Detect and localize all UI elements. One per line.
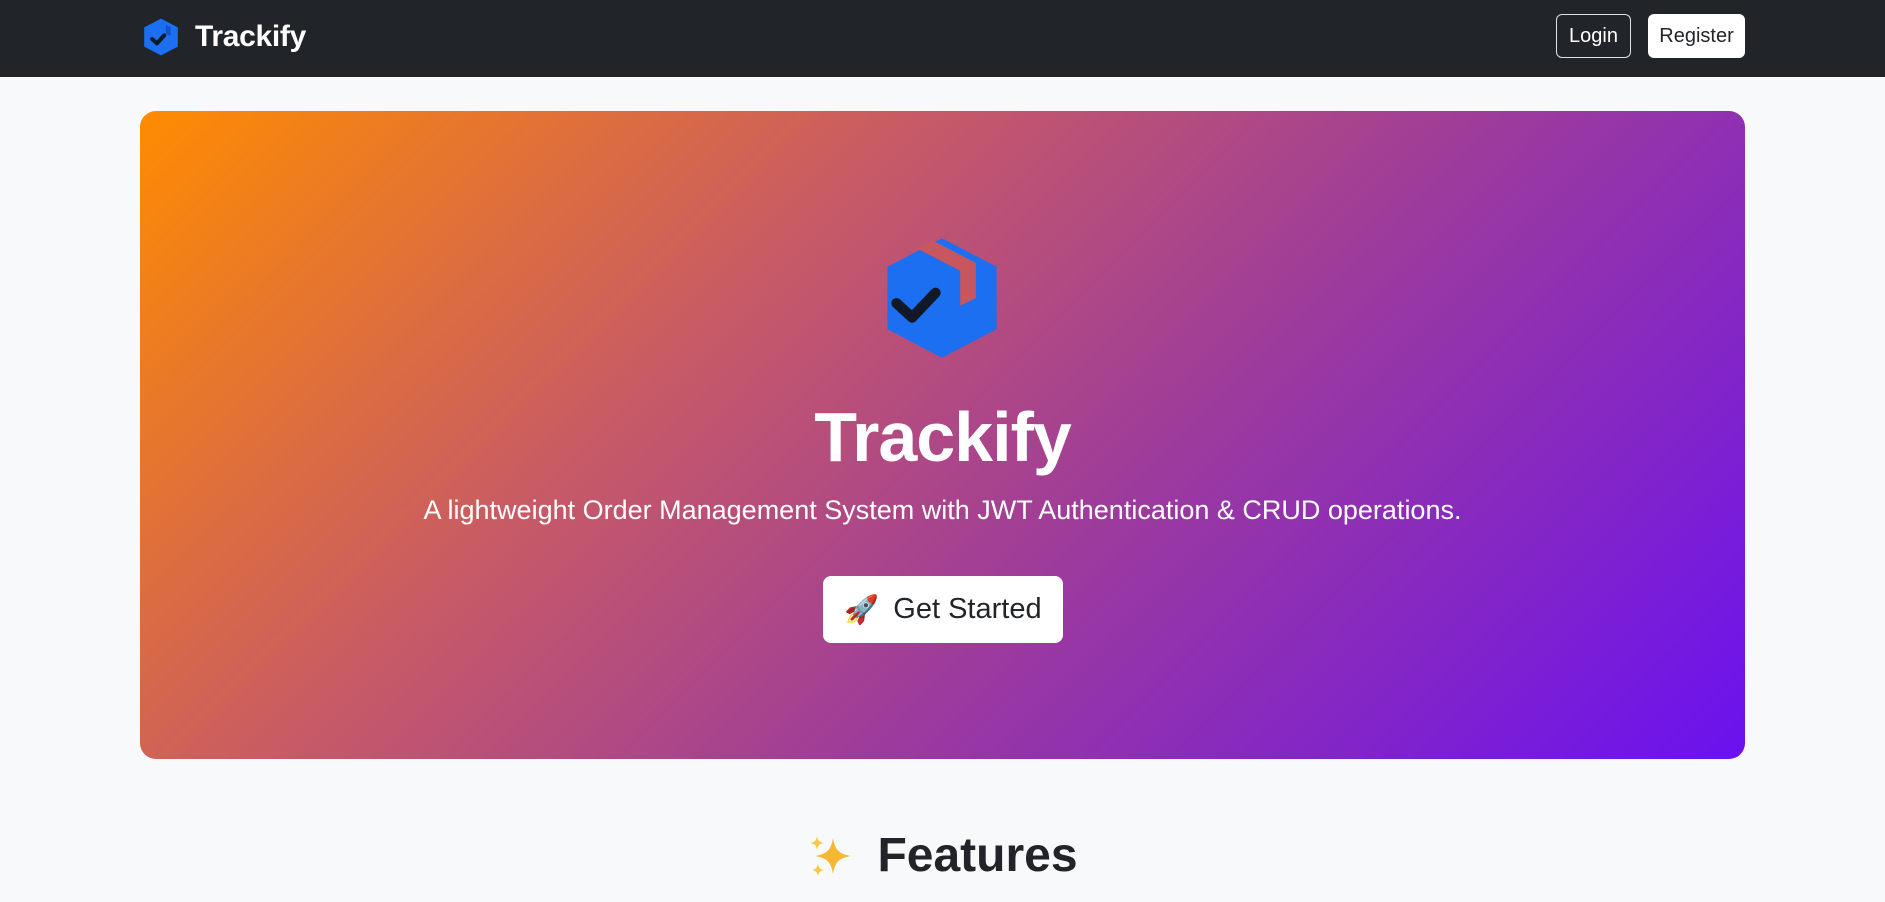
hero-subtitle: A lightweight Order Management System wi… xyxy=(423,495,1462,525)
register-button[interactable]: Register xyxy=(1648,14,1745,58)
get-started-label: Get Started xyxy=(893,593,1042,625)
box-check-icon xyxy=(887,238,997,358)
brand-link[interactable]: Trackify xyxy=(141,17,306,57)
box-check-icon xyxy=(144,18,178,56)
login-button[interactable]: Login xyxy=(1556,14,1631,58)
sparkles-icon xyxy=(810,836,852,876)
hero-title: Trackify xyxy=(814,398,1072,476)
features-heading: Features xyxy=(0,826,1885,886)
get-started-button[interactable]: 🚀 Get Started xyxy=(823,576,1063,643)
brand-name: Trackify xyxy=(195,20,307,53)
rocket-icon: 🚀 xyxy=(844,593,880,625)
features-title: Features xyxy=(877,829,1078,882)
navbar: Trackify Login Register xyxy=(0,0,1885,77)
